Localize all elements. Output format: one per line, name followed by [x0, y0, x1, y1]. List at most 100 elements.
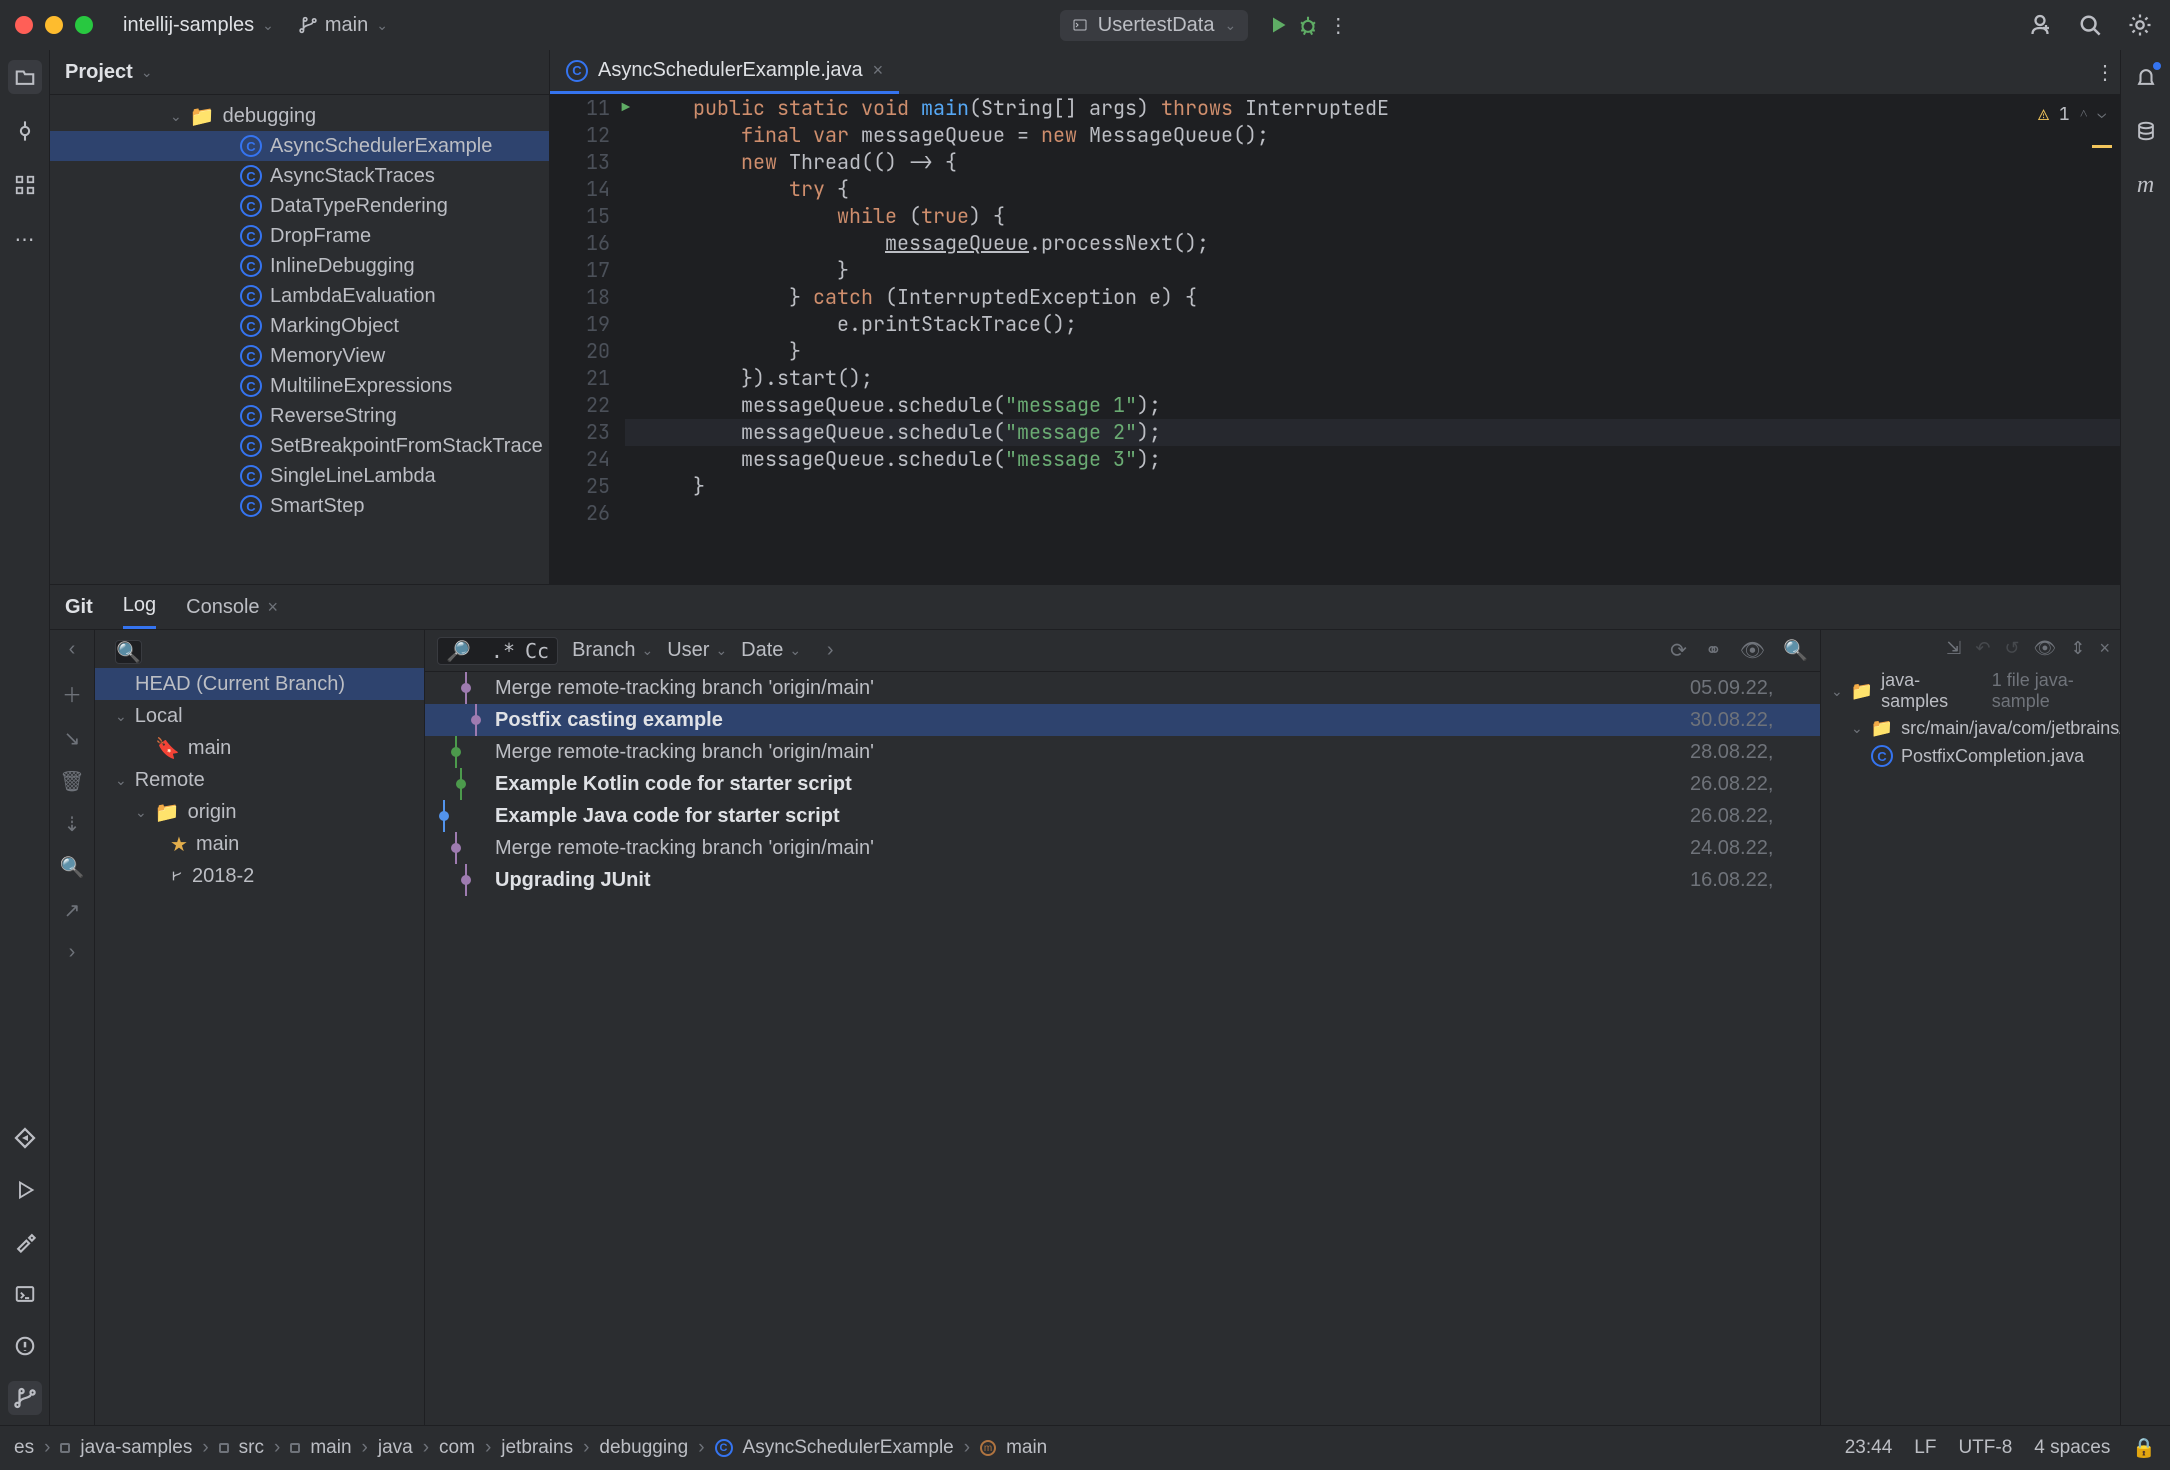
branch-filter[interactable]: Branch⌄: [572, 639, 653, 662]
git-tab[interactable]: Git: [65, 585, 93, 629]
breadcrumb-item[interactable]: com: [439, 1437, 475, 1459]
compare-button[interactable]: ↗: [64, 898, 81, 923]
date-filter[interactable]: Date⌄: [741, 639, 801, 662]
vcs-branch-selector[interactable]: main ⌄: [299, 14, 388, 37]
code-line[interactable]: messageQueue.schedule("message 3");: [625, 446, 2120, 473]
debug-button[interactable]: [1293, 10, 1323, 40]
editor-content[interactable]: public static void main(String[] args) t…: [625, 95, 2120, 584]
log-search-input[interactable]: 🔎 .* Cc: [437, 637, 558, 665]
delete-branch-button[interactable]: 🗑: [59, 769, 84, 794]
breadcrumb-item[interactable]: java: [378, 1437, 413, 1459]
breadcrumb-item[interactable]: main: [310, 1437, 351, 1459]
next-filter-button[interactable]: ›: [815, 636, 845, 666]
code-line[interactable]: }: [625, 338, 2120, 365]
code-line[interactable]: }: [625, 473, 2120, 500]
commit-row[interactable]: Example Java code for starter script26.0…: [425, 800, 1820, 832]
notifications-button[interactable]: [2129, 60, 2163, 94]
close-console-button[interactable]: ×: [268, 597, 279, 618]
breadcrumb-item[interactable]: java-samples: [80, 1437, 192, 1459]
project-selector[interactable]: intellij-samples ⌄: [123, 14, 274, 37]
chevron-down-icon[interactable]: ⌄: [141, 64, 153, 81]
code-line[interactable]: try {: [625, 176, 2120, 203]
database-tool-button[interactable]: [2129, 114, 2163, 148]
code-line[interactable]: }: [625, 257, 2120, 284]
window-maximize-button[interactable]: [75, 16, 93, 34]
breadcrumb-item[interactable]: src: [239, 1437, 264, 1459]
branches-panel[interactable]: 🔍 HEAD (Current Branch) ⌄Local 🔖main ⌄Re…: [95, 630, 425, 1425]
services-tool-button[interactable]: [8, 1121, 42, 1155]
run-line-icon[interactable]: ▶: [622, 95, 630, 122]
code-line[interactable]: [625, 500, 2120, 527]
more-actions-button[interactable]: ⋮: [1323, 10, 1353, 40]
code-line[interactable]: e.printStackTrace();: [625, 311, 2120, 338]
window-minimize-button[interactable]: [45, 16, 63, 34]
commit-row[interactable]: Merge remote-tracking branch 'origin/mai…: [425, 736, 1820, 768]
run-configuration-selector[interactable]: UsertestData ⌄: [1060, 10, 1248, 41]
local-main-branch[interactable]: 🔖main: [95, 732, 424, 764]
search-branches-button[interactable]: 🔍: [60, 855, 85, 880]
status-time[interactable]: 23:44: [1845, 1437, 1893, 1459]
tree-class-item[interactable]: CMemoryView: [50, 341, 549, 371]
remote-branches-group[interactable]: ⌄Remote: [95, 764, 424, 796]
history-button[interactable]: ↺: [2004, 638, 2019, 659]
tree-class-item[interactable]: CAsyncSchedulerExample: [50, 131, 549, 161]
commit-list[interactable]: Merge remote-tracking branch 'origin/mai…: [425, 672, 1820, 1425]
origin-main-branch[interactable]: ★main: [95, 828, 424, 860]
editor-tab[interactable]: C AsyncSchedulerExample.java ×: [550, 50, 899, 94]
terminal-tool-button[interactable]: [8, 1277, 42, 1311]
line-separator[interactable]: LF: [1914, 1437, 1936, 1459]
run-button[interactable]: [1263, 10, 1293, 40]
breadcrumb-item[interactable]: jetbrains: [501, 1437, 573, 1459]
problems-tool-button[interactable]: [8, 1329, 42, 1363]
project-tree[interactable]: ⌄📁debuggingCAsyncSchedulerExampleCAsyncS…: [50, 95, 549, 584]
expand-button[interactable]: ›: [69, 941, 76, 964]
tree-class-item[interactable]: CAsyncStackTraces: [50, 161, 549, 191]
tree-class-item[interactable]: CMarkingObject: [50, 311, 549, 341]
show-details-button[interactable]: 👁: [1740, 638, 1765, 663]
file-encoding[interactable]: UTF-8: [1958, 1437, 2012, 1459]
tree-folder[interactable]: ⌄📁debugging: [50, 101, 549, 131]
fetch-button[interactable]: ⇣: [64, 812, 81, 837]
breadcrumb-item[interactable]: AsyncSchedulerExample: [743, 1437, 954, 1459]
tree-class-item[interactable]: CLambdaEvaluation: [50, 281, 549, 311]
tree-class-item[interactable]: CReverseString: [50, 401, 549, 431]
run-tool-button[interactable]: [8, 1173, 42, 1207]
commit-row[interactable]: Merge remote-tracking branch 'origin/mai…: [425, 672, 1820, 704]
commit-row[interactable]: Upgrading JUnit16.08.22,: [425, 864, 1820, 896]
code-line[interactable]: final var messageQueue = new MessageQueu…: [625, 122, 2120, 149]
commit-row[interactable]: Postfix casting example30.08.22,: [425, 704, 1820, 736]
tab-options-button[interactable]: ⋮: [2090, 57, 2120, 87]
log-tab[interactable]: Log: [123, 585, 156, 629]
commit-tool-button[interactable]: [8, 114, 42, 148]
code-line[interactable]: } catch (InterruptedException e) {: [625, 284, 2120, 311]
structure-tool-button[interactable]: [8, 168, 42, 202]
origin-2018-branch[interactable]: 2018-2: [95, 860, 424, 892]
window-close-button[interactable]: [15, 16, 33, 34]
code-line[interactable]: messageQueue.schedule("message 1");: [625, 392, 2120, 419]
chevron-down-icon[interactable]: ⌄: [2098, 101, 2106, 128]
tree-class-item[interactable]: CSmartStep: [50, 491, 549, 521]
indent-setting[interactable]: 4 spaces: [2034, 1437, 2110, 1459]
collapse-button[interactable]: ‹: [69, 638, 76, 661]
preview-button[interactable]: 👁: [2034, 638, 2057, 659]
code-line[interactable]: while (true) {: [625, 203, 2120, 230]
build-tool-button[interactable]: [8, 1225, 42, 1259]
collapse-diff-button[interactable]: ⇲: [1946, 638, 1961, 659]
tree-class-item[interactable]: CDataTypeRendering: [50, 191, 549, 221]
local-branches-group[interactable]: ⌄Local: [95, 700, 424, 732]
warning-icon[interactable]: ⚠: [2038, 101, 2049, 128]
console-tab[interactable]: Console ×: [186, 585, 278, 629]
head-branch-item[interactable]: HEAD (Current Branch): [95, 668, 424, 700]
head-branch-item[interactable]: 🔍: [95, 636, 424, 668]
code-line[interactable]: new Thread(() -> {: [625, 149, 2120, 176]
code-line[interactable]: public static void main(String[] args) t…: [625, 95, 2120, 122]
cherry-pick-button[interactable]: ⚭: [1705, 638, 1722, 663]
code-line[interactable]: messageQueue.schedule("message 2");: [625, 419, 2120, 446]
tree-class-item[interactable]: CSingleLineLambda: [50, 461, 549, 491]
readonly-toggle[interactable]: 🔒: [2132, 1436, 2156, 1460]
tree-class-item[interactable]: CMultilineExpressions: [50, 371, 549, 401]
commit-row[interactable]: Merge remote-tracking branch 'origin/mai…: [425, 832, 1820, 864]
code-with-me-button[interactable]: [2025, 10, 2055, 40]
breadcrumb-item[interactable]: debugging: [599, 1437, 688, 1459]
tree-class-item[interactable]: CSetBreakpointFromStackTrace: [50, 431, 549, 461]
